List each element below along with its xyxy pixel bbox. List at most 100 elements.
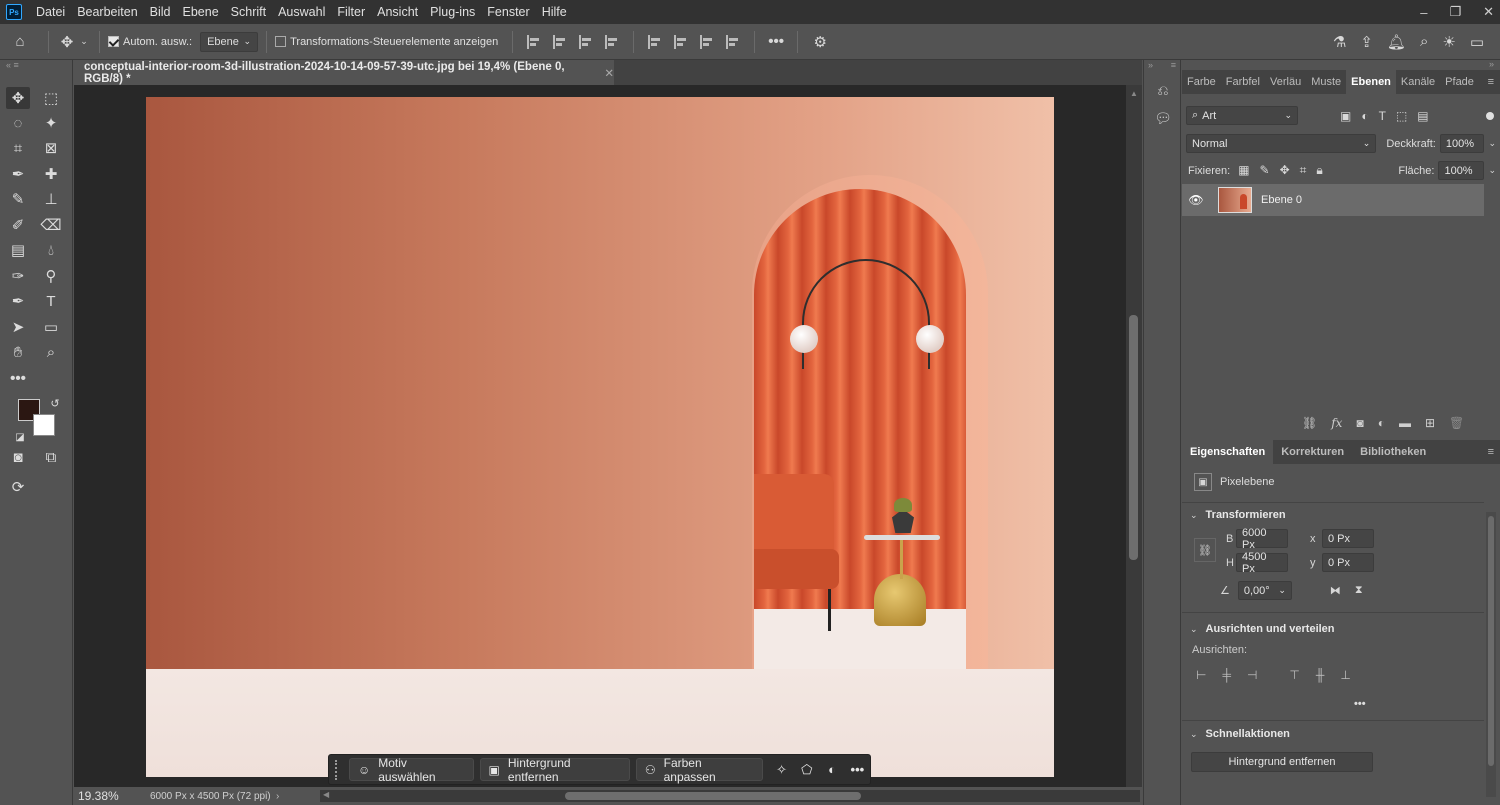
transform-section-header[interactable]: ⌄ Transformieren	[1190, 509, 1286, 521]
menu-hilfe[interactable]: Hilfe	[536, 0, 573, 24]
move-tool-icon[interactable]: ✥	[57, 30, 77, 54]
eyedropper-tool-icon[interactable]: ✒	[6, 163, 30, 185]
select-subject-button[interactable]: ☺ Motiv auswählen	[348, 756, 474, 784]
document-canvas-image[interactable]	[146, 97, 1054, 777]
contrast-icon[interactable]: ◐	[819, 762, 844, 777]
background-color-swatch[interactable]	[33, 414, 55, 436]
mask-icon[interactable]: ◙	[1356, 416, 1363, 430]
align-right-edges-icon[interactable]: ⊣	[1247, 668, 1257, 682]
dodge-tool-icon[interactable]: ✑	[6, 265, 30, 287]
zoom-level[interactable]: 19.38%	[74, 789, 136, 803]
fill-input[interactable]: 100%	[1438, 161, 1485, 180]
crop-tool-icon[interactable]: ⌗	[6, 137, 30, 159]
history-brush-tool-icon[interactable]: ✐	[6, 214, 30, 236]
vertical-scroll-thumb[interactable]	[1129, 315, 1138, 560]
search-icon[interactable]: ⌕	[1420, 30, 1428, 54]
y-input[interactable]: 0 Px	[1322, 553, 1374, 572]
layer-row[interactable]: 👁︎ Ebene 0	[1182, 184, 1484, 216]
align-top-edges-icon[interactable]: ⊤	[1289, 668, 1299, 682]
flip-vertical-icon[interactable]: ⧗	[1355, 584, 1363, 597]
menu-schrift[interactable]: Schrift	[225, 0, 272, 24]
folder-icon[interactable]: ▬	[1399, 416, 1411, 430]
remove-background-button[interactable]: ▣ Hintergrund entfernen	[479, 756, 630, 784]
tab-ebenen[interactable]: Ebenen	[1346, 70, 1396, 94]
tab-muster[interactable]: Muste	[1306, 70, 1346, 94]
zoom-tool-icon[interactable]: ⌕	[39, 341, 63, 363]
menu-ansicht[interactable]: Ansicht	[371, 0, 424, 24]
transform-icon[interactable]: ⬠	[794, 762, 819, 778]
align-center-h-icon[interactable]	[553, 34, 567, 49]
vertical-scrollbar[interactable]: ▲	[1126, 85, 1142, 787]
pen-tool-icon[interactable]: ✒	[6, 290, 30, 312]
align-bottom-icon[interactable]	[700, 34, 714, 49]
stamp-tool-icon[interactable]: ⊥	[39, 188, 63, 210]
panel-menu-icon[interactable]: ≡	[1488, 76, 1494, 88]
blur-tool-icon[interactable]: 💧︎	[39, 239, 63, 261]
zoom-blob-tool-icon[interactable]: ⚲	[39, 265, 63, 287]
align-bottom-edges-icon[interactable]: ⊥	[1340, 668, 1350, 682]
layer-filter-dropdown[interactable]: ⌕ Art ⌄	[1186, 106, 1298, 125]
quick-mask-icon[interactable]: ◙	[6, 446, 30, 468]
scroll-up-icon[interactable]: ▲	[1126, 89, 1142, 98]
link-icon[interactable]: ⛓	[1302, 416, 1317, 430]
x-input[interactable]: 0 Px	[1322, 529, 1374, 548]
panel-menu-icon[interactable]: ≡	[1488, 446, 1494, 458]
eye-icon[interactable]: 👁︎	[1182, 193, 1210, 207]
align-right-icon[interactable]	[579, 34, 593, 49]
document-info[interactable]: 6000 Px x 4500 Px (72 ppi)	[136, 791, 276, 802]
tab-kanaele[interactable]: Kanäle	[1396, 70, 1440, 94]
eraser-tool-icon[interactable]: ⌫	[39, 214, 63, 236]
magic-wand-tool-icon[interactable]: ✦	[39, 112, 63, 134]
layer-thumbnail[interactable]	[1218, 187, 1252, 213]
align-middle-icon[interactable]	[674, 34, 688, 49]
flip-horizontal-icon[interactable]: ⧓	[1330, 584, 1341, 597]
lasso-tool-icon[interactable]: ◌	[6, 112, 30, 134]
fx-icon[interactable]: fx	[1331, 416, 1342, 430]
transform-controls-checkbox[interactable]	[275, 36, 287, 47]
sparkle-icon[interactable]: ✧	[769, 762, 794, 778]
move-tool-icon[interactable]: ✥	[6, 87, 30, 109]
filter-adjustment-icon[interactable]: ◐	[1361, 109, 1368, 123]
align-left-edges-icon[interactable]: ⊢	[1196, 668, 1206, 682]
filter-shape-icon[interactable]: ⬚	[1396, 109, 1407, 123]
tab-farbe[interactable]: Farbe	[1182, 70, 1221, 94]
auto-select-target-dropdown[interactable]: Ebene ⌄	[200, 31, 259, 52]
share-icon[interactable]: ⇪	[1360, 30, 1373, 54]
more-align-options-icon[interactable]: •••	[1354, 698, 1366, 710]
healing-brush-tool-icon[interactable]: ✚	[39, 163, 63, 185]
tab-korrekturen[interactable]: Korrekturen	[1273, 440, 1352, 464]
type-tool-icon[interactable]: T	[39, 290, 63, 312]
lock-transparency-icon[interactable]: ▦	[1238, 163, 1249, 178]
menu-datei[interactable]: Datei	[30, 0, 71, 24]
filter-smartobject-icon[interactable]: ▤	[1417, 109, 1428, 123]
lock-artboard-icon[interactable]: ⌗	[1300, 163, 1307, 178]
horizontal-scroll-thumb[interactable]	[565, 792, 861, 800]
menu-filter[interactable]: Filter	[331, 0, 371, 24]
properties-scrollbar[interactable]	[1486, 512, 1496, 797]
lock-all-icon[interactable]: 🔒︎	[1316, 163, 1322, 178]
lightbulb-icon[interactable]: ☀	[1442, 30, 1455, 54]
scroll-left-icon[interactable]: ◀	[323, 790, 329, 799]
menu-plugins[interactable]: Plug-ins	[424, 0, 481, 24]
rectangle-tool-icon[interactable]: ▭	[39, 316, 63, 338]
default-colors-icon[interactable]: ◪	[8, 426, 32, 448]
chevron-right-icon[interactable]: ›	[276, 791, 279, 802]
panel-grip-icon[interactable]: » ≡	[1144, 60, 1180, 70]
width-input[interactable]: 6000 Px	[1236, 527, 1288, 551]
align-horizontal-centers-icon[interactable]: ╪	[1222, 668, 1231, 682]
document-tab[interactable]: conceptual-interior-room-3d-illustration…	[74, 60, 614, 85]
adjust-colors-button[interactable]: ⚇ Farben anpassen	[635, 756, 763, 784]
path-selection-tool-icon[interactable]: ➤	[6, 316, 30, 338]
lock-position-icon[interactable]: ✥	[1280, 163, 1290, 178]
layer-name[interactable]: Ebene 0	[1261, 194, 1302, 206]
quick-actions-header[interactable]: ⌄ Schnellaktionen	[1190, 728, 1290, 740]
filter-toggle-icon[interactable]	[1486, 111, 1494, 120]
brush-tool-icon[interactable]: ✎	[6, 188, 30, 210]
close-tab-icon[interactable]: ✕	[604, 66, 614, 80]
align-top-icon[interactable]	[648, 34, 662, 49]
angle-input[interactable]: 0,00° ⌄	[1237, 581, 1292, 600]
hand-tool-icon[interactable]: ✋︎	[6, 341, 30, 363]
taskbar-grip[interactable]	[335, 759, 339, 780]
swap-colors-icon[interactable]: ↺	[43, 392, 67, 414]
tab-farbfelder[interactable]: Farbfel	[1221, 70, 1265, 94]
